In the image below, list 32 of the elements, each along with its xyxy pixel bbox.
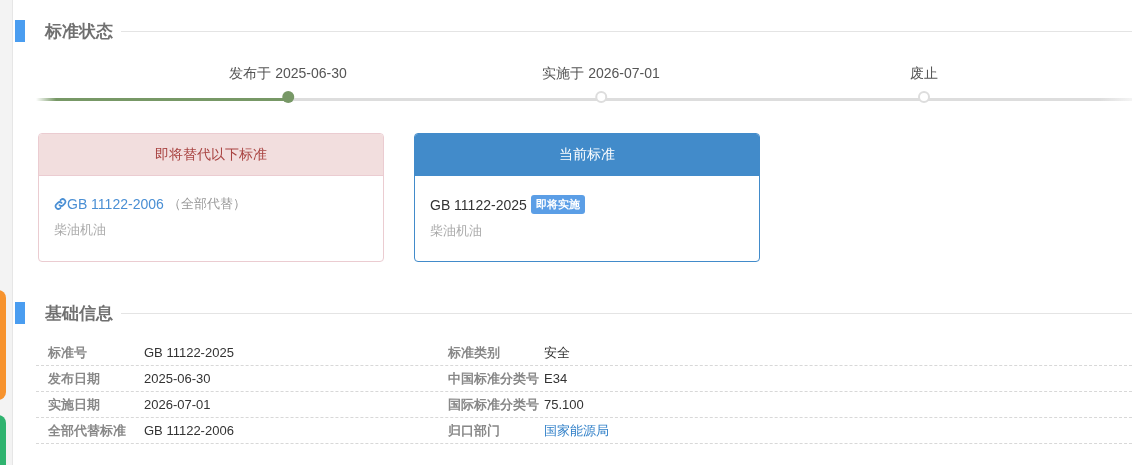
section-title: 基础信息 (45, 302, 113, 325)
field-label: 实施日期 (47, 395, 101, 414)
standard-description: 柴油机油 (430, 222, 483, 240)
standard-code: GB 11122-2025 (430, 196, 527, 213)
field-value: 75.100 (544, 397, 585, 412)
field-value: GB 11122-2006 (144, 423, 235, 438)
link-icon (54, 197, 67, 211)
field-label: 归口部门 (447, 421, 501, 440)
field-value: 2025-06-30 (144, 371, 212, 386)
section-marker (15, 302, 25, 324)
field-label: 发布日期 (47, 369, 101, 388)
field-label: 国际标准分类号 (447, 395, 540, 414)
card-header: 即将替代以下标准 (39, 134, 383, 176)
standard-link[interactable]: GB 11122-2006 (54, 196, 164, 212)
field-label: 全部代替标准 (47, 421, 127, 440)
section-title: 标准状态 (45, 20, 113, 43)
standard-description: 柴油机油 (54, 221, 107, 239)
replace-note: （全部代替） (167, 195, 246, 213)
field-link[interactable]: 国家能源局 (544, 421, 609, 440)
field-label: 中国标准分类号 (447, 369, 540, 388)
timeline-label: 发布于 2025-06-30 (229, 64, 347, 83)
field-label: 标准号 (47, 343, 88, 362)
timeline-label: 实施于 2026-07-01 (542, 64, 660, 83)
section-marker (15, 20, 25, 42)
card-header: 当前标准 (415, 134, 759, 176)
field-value: 安全 (544, 343, 571, 362)
status-badge: 即将实施 (530, 195, 585, 214)
field-value: GB 11122-2025 (144, 345, 235, 360)
field-value: E34 (544, 371, 569, 386)
field-value: 2026-07-01 (144, 397, 212, 412)
timeline-label: 废止 (910, 64, 938, 83)
field-label: 标准类别 (447, 343, 501, 362)
